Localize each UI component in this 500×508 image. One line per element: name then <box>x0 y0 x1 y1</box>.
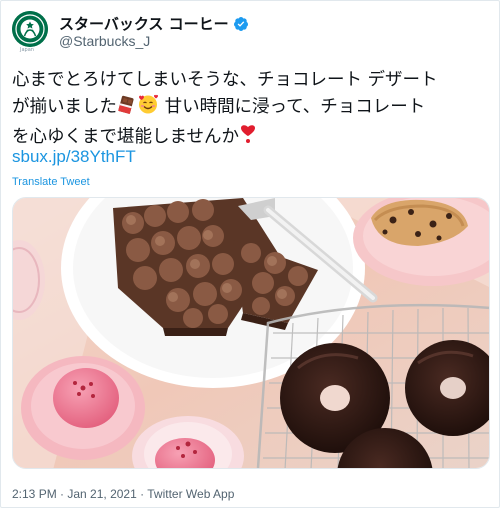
tweet-meta: 2:13 PM · Jan 21, 2021 · Twitter Web App <box>12 487 234 501</box>
tweet-text: 心までとろけてしまいそうな、チョコレート デザート が揃いました 甘い時間に浸っ… <box>12 67 492 153</box>
tweet-source[interactable]: Twitter Web App <box>147 487 234 501</box>
smiling-face-with-hearts-icon <box>137 93 159 123</box>
tweet-text-line-1: 心までとろけてしまいそうな、チョコレート デザート <box>12 70 438 90</box>
chocolate-desserts-image <box>13 198 489 468</box>
avatar-caption: Japan <box>20 47 34 53</box>
tweet-link[interactable]: sbux.jp/38YthFT <box>12 147 136 167</box>
chocolate-bar-icon <box>117 95 137 123</box>
tweet-text-line-2: が揃いました 甘い時間に浸って、チョコレート <box>12 93 492 123</box>
starbucks-logo-icon <box>12 11 48 47</box>
display-name[interactable]: スターバックス コーヒー <box>59 13 229 34</box>
verified-badge-icon <box>233 16 248 31</box>
account-name-row[interactable]: スターバックス コーヒー <box>59 13 249 34</box>
account-handle[interactable]: @Starbucks_J <box>59 33 150 49</box>
tweet-text-line-2-end: 甘い時間に浸って、チョコレート <box>159 97 426 117</box>
tweet-text-line-2-start: が揃いました <box>12 97 117 117</box>
meta-separator: · <box>56 487 68 501</box>
tweet-time[interactable]: 2:13 PM <box>12 487 57 501</box>
meta-separator: · <box>136 487 148 501</box>
tweet-text-line-3-text: を心ゆくまで堪能しませんか <box>12 127 239 147</box>
tweet-card: Japan スターバックス コーヒー @Starbucks_J 心までとろけてし… <box>0 0 500 508</box>
avatar[interactable] <box>12 11 48 47</box>
tweet-date[interactable]: Jan 21, 2021 <box>67 487 136 501</box>
translate-tweet-link[interactable]: Translate Tweet <box>12 176 90 188</box>
red-heart-exclamation-icon <box>239 123 257 153</box>
tweet-photo[interactable] <box>12 197 490 469</box>
